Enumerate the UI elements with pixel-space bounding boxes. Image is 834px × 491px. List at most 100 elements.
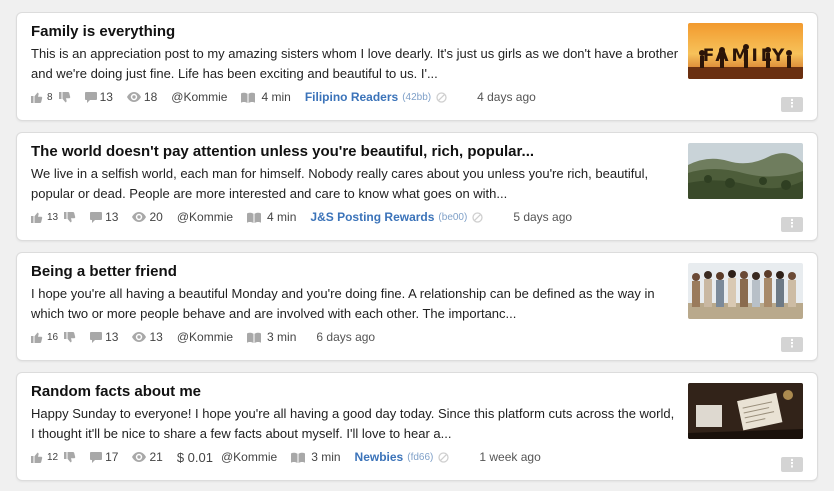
comment-count: 13 [105,330,119,344]
thumbs-up-icon[interactable] [31,452,43,463]
community-group[interactable]: Filipino Readers (42bb) [305,90,447,104]
payout-group[interactable]: $ 0.01 [177,450,213,465]
post-excerpt[interactable]: We live in a selfish world, each man for… [31,164,681,204]
post-card[interactable]: Random facts about me Happy Sunday to ev… [16,372,818,481]
post-date: 6 days ago [316,330,376,344]
more-options-button[interactable]: ⋮ [781,337,803,352]
comment-count: 13 [105,210,119,224]
upvote-group[interactable]: 16 [31,332,58,343]
payout-value: $ 0.01 [176,449,213,465]
community-code: (42bb) [402,91,432,103]
views-group: 20 [132,210,163,224]
community-group[interactable]: J&S Posting Rewards (be00) [310,210,483,224]
upvote-group[interactable]: 13 [31,212,58,223]
comment-icon [90,451,103,463]
read-time: 4 min [261,90,291,104]
thumbs-down-icon[interactable] [64,331,76,343]
more-options-button[interactable]: ⋮ [781,457,803,472]
comment-count: 17 [105,450,119,464]
comment-group[interactable]: 13 [90,210,118,224]
post-card[interactable]: The world doesn't pay attention unless y… [16,132,818,241]
downvote-group[interactable] [58,91,71,103]
comment-icon [84,91,97,103]
upvote-count: 16 [47,331,59,343]
post-meta: 12 17 21 $ 0.01 @Kommie 3 min Newbies (f… [31,449,541,465]
community-group[interactable]: Newbies (fd66) [355,450,450,464]
more-icon: ⋮ [786,458,798,470]
read-time: 3 min [311,450,341,464]
book-icon [247,332,262,343]
post-thumbnail[interactable] [688,143,803,199]
thumbs-down-icon[interactable] [58,91,71,103]
downvote-group[interactable] [64,211,76,223]
thumbs-up-icon[interactable] [31,332,43,343]
more-icon: ⋮ [786,338,798,350]
views-group: 13 [132,330,163,344]
eye-icon [132,212,147,222]
post-card[interactable]: Being a better friend I hope you're all … [16,252,818,361]
comment-group[interactable]: 17 [90,450,118,464]
read-time: 3 min [267,330,297,344]
comment-count: 13 [99,90,113,104]
community-code: (be00) [438,211,468,223]
post-author[interactable]: @Kommie [221,450,277,464]
read-time-group: 4 min [247,210,296,224]
more-icon: ⋮ [786,98,798,110]
read-time-group: 3 min [291,450,341,464]
community-code: (fd66) [407,451,434,463]
upvote-count: 12 [47,451,59,463]
post-author[interactable]: @Kommie [177,210,233,224]
comment-group[interactable]: 13 [84,90,113,104]
blocked-icon[interactable] [438,451,450,463]
eye-icon [132,332,147,342]
upvote-group[interactable]: 12 [31,452,58,463]
post-author[interactable]: @Kommie [171,90,227,104]
post-title[interactable]: The world doesn't pay attention unless y… [31,143,671,160]
eye-icon [132,452,147,462]
comment-group[interactable]: 13 [90,330,118,344]
post-excerpt[interactable]: Happy Sunday to everyone! I hope you're … [31,404,681,444]
views-count: 21 [149,450,163,464]
views-group: 21 [132,450,163,464]
post-excerpt[interactable]: I hope you're all having a beautiful Mon… [31,284,681,324]
views-group: 18 [126,90,158,104]
post-thumbnail[interactable] [688,383,803,439]
views-count: 18 [143,90,158,104]
post-date: 1 week ago [479,450,541,464]
thumbs-down-icon[interactable] [64,451,76,463]
post-date: 4 days ago [477,90,536,104]
book-icon [291,452,306,463]
downvote-group[interactable] [64,451,76,463]
downvote-group[interactable] [64,331,76,343]
post-excerpt[interactable]: This is an appreciation post to my amazi… [31,44,681,84]
book-icon [247,212,262,223]
thumbs-down-icon[interactable] [64,211,76,223]
post-meta: 16 13 13 @Kommie 3 min 6 days ago [31,329,375,345]
community-link[interactable]: Filipino Readers [305,90,398,104]
thumbs-up-icon[interactable] [31,212,43,223]
blocked-icon[interactable] [472,211,483,223]
post-thumbnail[interactable] [688,263,803,319]
post-title[interactable]: Family is everything [31,23,671,40]
post-card[interactable]: Family is everything This is an apprecia… [16,12,818,121]
post-feed: Family is everything This is an apprecia… [16,12,818,491]
read-time-group: 3 min [247,330,296,344]
post-title[interactable]: Being a better friend [31,263,671,280]
blocked-icon[interactable] [436,91,447,103]
more-options-button[interactable]: ⋮ [781,217,803,232]
more-options-button[interactable]: ⋮ [781,97,803,112]
book-icon [241,92,256,103]
thumbs-up-icon[interactable] [31,92,43,103]
upvote-count: 8 [47,91,53,103]
post-author[interactable]: @Kommie [177,330,233,344]
read-time: 4 min [267,210,297,224]
post-thumbnail[interactable]: FAMILY [688,23,803,79]
post-title[interactable]: Random facts about me [31,383,671,400]
upvote-count: 13 [47,211,59,223]
post-meta: 8 13 18 @Kommie 4 min Filipino Readers (… [31,89,536,105]
community-link[interactable]: Newbies [355,450,404,464]
upvote-group[interactable]: 8 [31,92,53,103]
community-link[interactable]: J&S Posting Rewards [310,210,434,224]
views-count: 13 [149,330,163,344]
eye-icon [126,92,141,102]
